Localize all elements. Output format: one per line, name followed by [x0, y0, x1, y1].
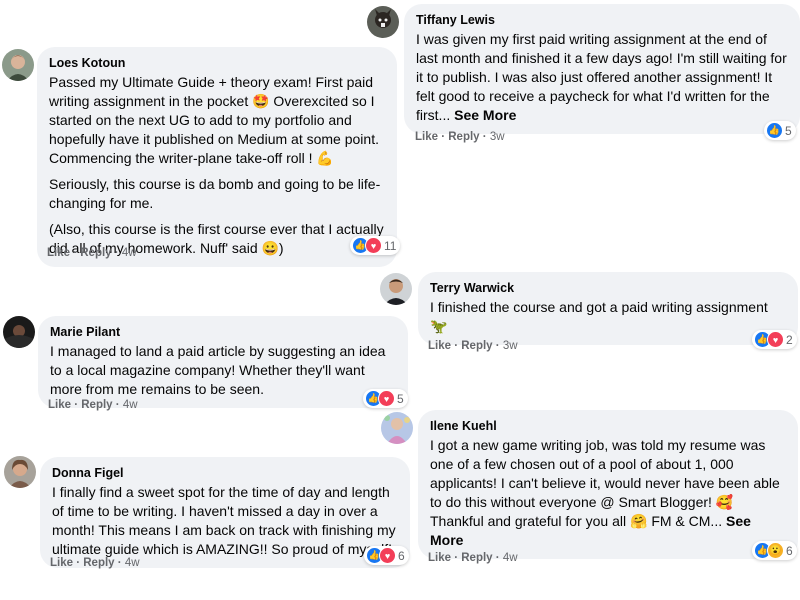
love-reaction-icon: ♥ [365, 237, 382, 254]
comment-actions: Like · Reply · 3w [415, 131, 505, 143]
comment-actions: Like · Reply · 4w [47, 247, 137, 259]
comment-bubble: Terry Warwick I finished the course and … [418, 272, 798, 345]
comment-timestamp[interactable]: 3w [503, 340, 518, 352]
commenter-name[interactable]: Marie Pilant [50, 325, 396, 339]
comment-timestamp[interactable]: 4w [125, 557, 140, 569]
comment-text: I got a new game writing job, was told m… [430, 436, 786, 550]
comment-timestamp[interactable]: 4w [122, 247, 137, 259]
commenter-name[interactable]: Donna Figel [52, 466, 398, 480]
avatar[interactable] [380, 273, 412, 305]
avatar[interactable] [2, 49, 34, 81]
reaction-summary[interactable]: 👍 ♥ 11 [350, 236, 401, 255]
like-link[interactable]: Like [415, 131, 438, 143]
avatar[interactable] [381, 412, 413, 444]
comment-actions: Like · Reply · 3w [428, 340, 518, 352]
comment-text: I finally find a sweet spot for the time… [52, 484, 396, 557]
like-link[interactable]: Like [48, 399, 71, 411]
love-reaction-icon: ♥ [379, 547, 396, 564]
comment-paragraph: Seriously, this course is da bomb and go… [49, 176, 381, 211]
reaction-count: 11 [384, 238, 397, 253]
reaction-count: 2 [786, 332, 793, 347]
like-link[interactable]: Like [428, 552, 451, 564]
reply-link[interactable]: Reply [448, 131, 479, 143]
reaction-summary[interactable]: 👍 ♥ 6 [364, 546, 409, 565]
like-link[interactable]: Like [50, 557, 73, 569]
like-link[interactable]: Like [47, 247, 70, 259]
reply-link[interactable]: Reply [461, 340, 492, 352]
commenter-name[interactable]: Loes Kotoun [49, 56, 385, 70]
reply-link[interactable]: Reply [83, 557, 114, 569]
comment-text: I finished the course and got a paid wri… [430, 299, 768, 334]
avatar[interactable] [3, 316, 35, 348]
comment-bubble: Tiffany Lewis I was given my first paid … [404, 4, 800, 134]
reaction-summary[interactable]: 👍 ♥ 2 [752, 330, 797, 349]
reaction-count: 5 [397, 391, 404, 406]
comment-timestamp[interactable]: 3w [490, 131, 505, 143]
reaction-summary[interactable]: 👍 5 [764, 121, 796, 140]
reaction-summary[interactable]: 👍 ♥ 5 [363, 389, 408, 408]
reaction-summary[interactable]: 👍 😮 6 [752, 541, 797, 560]
commenter-name[interactable]: Ilene Kuehl [430, 419, 786, 433]
reaction-count: 5 [785, 123, 792, 138]
comment-timestamp[interactable]: 4w [123, 399, 138, 411]
comment-bubble: Marie Pilant I managed to land a paid ar… [38, 316, 408, 408]
reply-link[interactable]: Reply [80, 247, 111, 259]
comment-paragraph: Passed my Ultimate Guide + theory exam! … [49, 74, 379, 166]
comment-actions: Like · Reply · 4w [428, 552, 518, 564]
commenter-name[interactable]: Terry Warwick [430, 281, 786, 295]
like-reaction-icon: 👍 [766, 122, 783, 139]
comment-timestamp[interactable]: 4w [503, 552, 518, 564]
comment-bubble: Donna Figel I finally find a sweet spot … [40, 457, 410, 568]
avatar[interactable] [4, 456, 36, 488]
reply-link[interactable]: Reply [461, 552, 492, 564]
love-reaction-icon: ♥ [378, 390, 395, 407]
comment-text: I managed to land a paid article by sugg… [50, 343, 386, 397]
comment-actions: Like · Reply · 4w [48, 399, 138, 411]
love-reaction-icon: ♥ [767, 331, 784, 348]
commenter-name[interactable]: Tiffany Lewis [416, 13, 788, 27]
comment-bubble: Ilene Kuehl I got a new game writing job… [418, 410, 798, 559]
reaction-count: 6 [786, 543, 793, 558]
comment-text: Passed my Ultimate Guide + theory exam! … [49, 73, 385, 258]
like-link[interactable]: Like [428, 340, 451, 352]
see-more-link[interactable]: See More [454, 107, 516, 123]
reaction-count: 6 [398, 548, 405, 563]
reply-link[interactable]: Reply [81, 399, 112, 411]
comment-bubble: Loes Kotoun Passed my Ultimate Guide + t… [37, 47, 397, 267]
comment-text: I was given my first paid writing assign… [416, 30, 788, 125]
wow-reaction-icon: 😮 [767, 542, 784, 559]
comment-actions: Like · Reply · 4w [50, 557, 140, 569]
avatar[interactable] [367, 6, 399, 38]
